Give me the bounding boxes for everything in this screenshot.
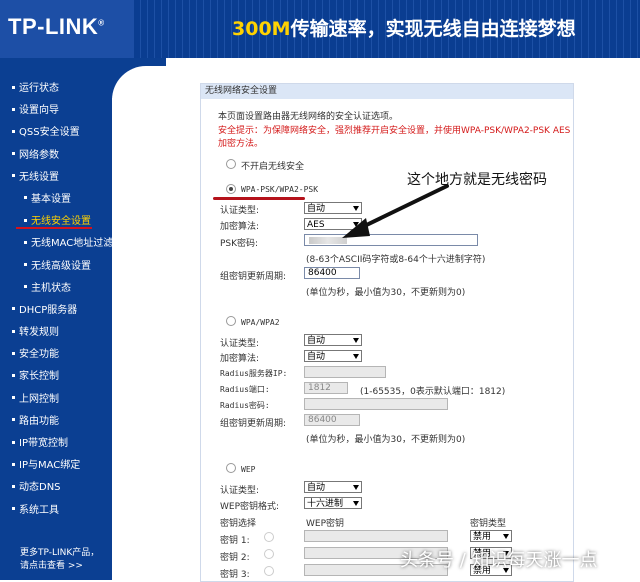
watermark: 头条号 / 知识每天涨一点 — [400, 550, 598, 571]
annotation-arrow-icon — [342, 184, 449, 238]
